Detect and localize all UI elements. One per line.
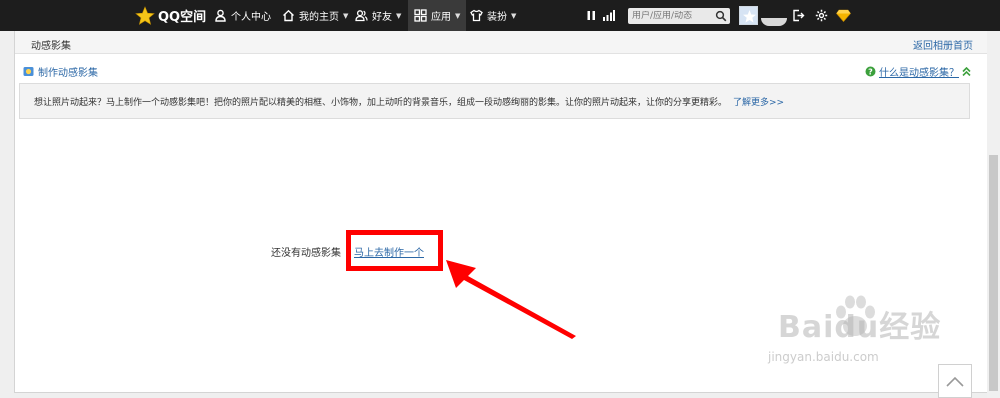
- annotation-arrow-icon: [446, 260, 576, 339]
- nav-personal-center[interactable]: 个人中心: [214, 0, 271, 31]
- pause-icon[interactable]: [585, 9, 598, 22]
- nav-decorate[interactable]: 装扮 ▼: [470, 0, 516, 31]
- nav-label: 装扮: [487, 12, 507, 23]
- avatar[interactable]: [739, 6, 758, 25]
- info-banner: 想让照片动起来？马上制作一个动感影集吧！把你的照片配以精美的相框、小饰物，加上动…: [19, 83, 970, 119]
- chevron-down-icon: ▼: [511, 11, 517, 20]
- qzone-logo[interactable]: QQ空间: [135, 0, 206, 31]
- watermark-brand: Baidu经验: [778, 310, 942, 345]
- gear-icon[interactable]: [815, 9, 828, 22]
- star-icon: [135, 5, 155, 25]
- top-nav-bar: QQ空间 个人中心 我的主页 ▼ 好友 ▼ 应用 ▼ 装扮 ▼: [0, 0, 1000, 31]
- nav-label: 个人中心: [231, 12, 271, 23]
- home-icon: [283, 9, 294, 22]
- apps-icon: [414, 9, 427, 22]
- chevron-down-icon: ▼: [455, 11, 461, 20]
- nav-my-home[interactable]: 我的主页 ▼: [282, 0, 348, 31]
- chevron-up-icon: [946, 376, 964, 387]
- watermark: Baidu经验 jingyan.baidu.com: [738, 288, 958, 378]
- logout-icon[interactable]: [792, 9, 805, 22]
- search-box[interactable]: [628, 8, 730, 24]
- signal-bars-icon[interactable]: [602, 9, 615, 22]
- scrollbar-thumb[interactable]: [989, 155, 998, 391]
- person-icon: [215, 9, 226, 22]
- double-chevron-up-icon[interactable]: [962, 67, 971, 76]
- nav-friends[interactable]: 好友 ▼: [355, 0, 401, 31]
- make-album-link[interactable]: 制作动感影集: [23, 64, 98, 79]
- shirt-icon: [470, 9, 483, 22]
- diamond-vip-icon[interactable]: [836, 9, 851, 22]
- album-icon: [23, 67, 34, 76]
- search-icon[interactable]: [715, 10, 727, 22]
- avatar-star-icon: [743, 10, 756, 23]
- watermark-url: jingyan.baidu.com: [768, 350, 879, 364]
- learn-more-link[interactable]: 了解更多>>: [733, 95, 784, 108]
- logo-text: QQ空间: [158, 10, 207, 25]
- empty-state-text: 还没有动感影集: [271, 248, 341, 259]
- what-is-album: ? 什么是动感影集？: [865, 64, 971, 79]
- nav-label: 好友: [372, 12, 392, 23]
- panel-header: 动感影集 返回相册首页: [15, 31, 987, 54]
- nav-label: 应用: [431, 12, 451, 23]
- help-icon: ?: [865, 66, 876, 77]
- svg-text:?: ?: [868, 67, 873, 76]
- nav-apps[interactable]: 应用 ▼: [408, 0, 467, 31]
- back-to-top-button[interactable]: [938, 364, 972, 398]
- highlight-box: [346, 230, 443, 271]
- what-is-album-link[interactable]: 什么是动感影集？: [879, 64, 959, 79]
- back-to-album-link[interactable]: 返回相册首页: [913, 37, 973, 52]
- avatar-dropdown[interactable]: [761, 18, 787, 26]
- friends-icon: [355, 10, 368, 22]
- page-title: 动感影集: [31, 41, 71, 52]
- make-album-label: 制作动感影集: [38, 68, 98, 79]
- chevron-down-icon: ▼: [343, 11, 349, 20]
- info-text: 想让照片动起来？马上制作一个动感影集吧！把你的照片配以精美的相框、小饰物，加上动…: [34, 97, 728, 108]
- search-input[interactable]: [628, 11, 715, 21]
- nav-label: 我的主页: [299, 12, 339, 23]
- chevron-down-icon: ▼: [396, 11, 402, 20]
